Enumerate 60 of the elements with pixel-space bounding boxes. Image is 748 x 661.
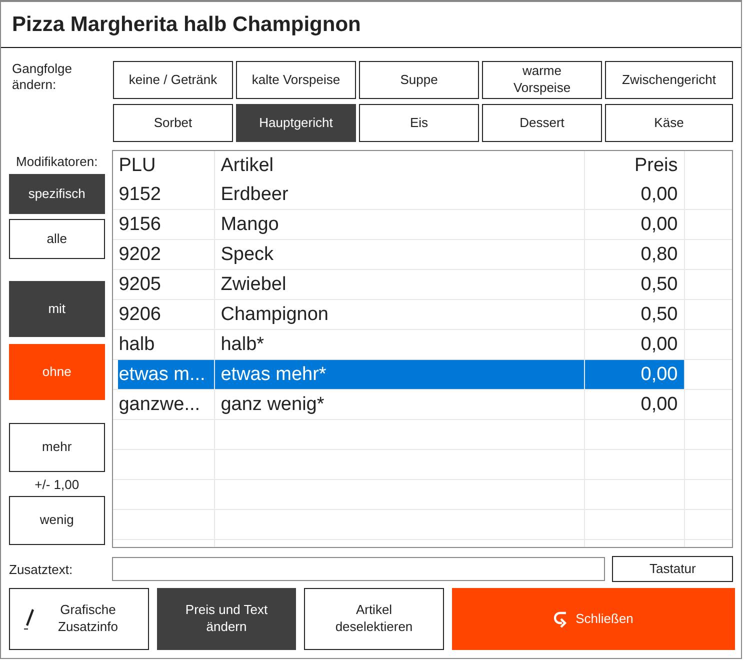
table-row[interactable]: 9202 Speck 0,80: [112, 240, 732, 270]
action-button[interactable]: Artikel deselektieren: [304, 588, 444, 650]
table-row[interactable]: 9156 Mango 0,00: [112, 210, 732, 240]
pen-icon: [22, 607, 34, 631]
course-button[interactable]: Zwischengericht: [605, 61, 733, 99]
table-row[interactable]: 9152 Erdbeer 0,00: [112, 180, 732, 210]
table-cell: 9202: [118, 244, 162, 266]
modifier-button[interactable]: wenig: [9, 496, 105, 545]
modifier-button[interactable]: mehr: [9, 423, 105, 472]
keyboard-button[interactable]: Tastatur: [612, 556, 733, 582]
selected-row[interactable]: etwas m... etwas mehr* 0,00: [112, 360, 732, 390]
modifier-button[interactable]: alle: [9, 219, 105, 259]
modifier-button[interactable]: spezifisch: [9, 174, 105, 214]
course-label: Gangfolge ändern:: [11, 61, 73, 94]
table-cell: 9206: [118, 304, 162, 326]
action-button[interactable]: Grafische Zusatzinfo: [9, 588, 149, 650]
column-header[interactable]: Preis: [634, 154, 678, 176]
table-cell: 0,00: [640, 214, 678, 236]
table-cell: 9156: [118, 214, 162, 236]
table-row[interactable]: ganzwe... ganz wenig* 0,00: [112, 390, 732, 420]
table-cell: ganzwe...: [118, 394, 200, 416]
table-cell: ganz wenig*: [220, 394, 324, 416]
table-cell: 0,50: [640, 304, 678, 326]
column-header[interactable]: PLU: [118, 154, 156, 176]
table-cell: 0,00: [640, 334, 678, 356]
extra-text-field[interactable]: [112, 557, 606, 581]
course-button[interactable]: warme Vorspeise: [482, 61, 602, 99]
table-cell: etwas mehr*: [220, 364, 326, 386]
course-button[interactable]: Hauptgericht: [236, 104, 356, 142]
window-title: Pizza Margherita halb Champignon: [12, 12, 361, 36]
table-cell: 9205: [118, 274, 162, 296]
table-row[interactable]: 9205 Zwiebel 0,50: [112, 270, 732, 300]
extra-text-label: Zusatztext:: [9, 562, 74, 576]
table-cell: halb: [118, 334, 155, 356]
course-button[interactable]: Dessert: [482, 104, 602, 142]
step-value: +/- 1,00: [34, 476, 80, 494]
table-cell: Mango: [220, 214, 279, 236]
modifiers-label: Modifikatoren:: [16, 153, 98, 171]
table-cell: Speck: [220, 244, 274, 266]
column-header[interactable]: Artikel: [220, 154, 274, 176]
course-button[interactable]: Sorbet: [113, 104, 233, 142]
course-button[interactable]: Käse: [605, 104, 733, 142]
table-cell: 0,50: [640, 274, 678, 296]
course-button[interactable]: Suppe: [359, 61, 479, 99]
table-cell: 9152: [118, 184, 162, 206]
course-button[interactable]: Eis: [359, 104, 479, 142]
course-button[interactable]: kalte Vorspeise: [236, 61, 356, 99]
table-cell: Erdbeer: [220, 184, 288, 206]
table-row[interactable]: 9206 Champignon 0,50: [112, 300, 732, 330]
table-cell: 0,00: [640, 394, 678, 416]
modifier-button[interactable]: mit: [9, 281, 105, 337]
table-cell: Champignon: [220, 304, 328, 326]
table-cell: 0,80: [640, 244, 678, 266]
table-cell: 0,00: [640, 184, 678, 206]
table-cell: Zwiebel: [220, 274, 286, 296]
action-button[interactable]: Preis und Text ändern: [157, 588, 296, 650]
table-cell: etwas m...: [118, 364, 206, 386]
table-cell: halb*: [220, 334, 264, 356]
course-button[interactable]: keine / Getränk: [113, 61, 233, 99]
table-cell: 0,00: [640, 364, 678, 386]
